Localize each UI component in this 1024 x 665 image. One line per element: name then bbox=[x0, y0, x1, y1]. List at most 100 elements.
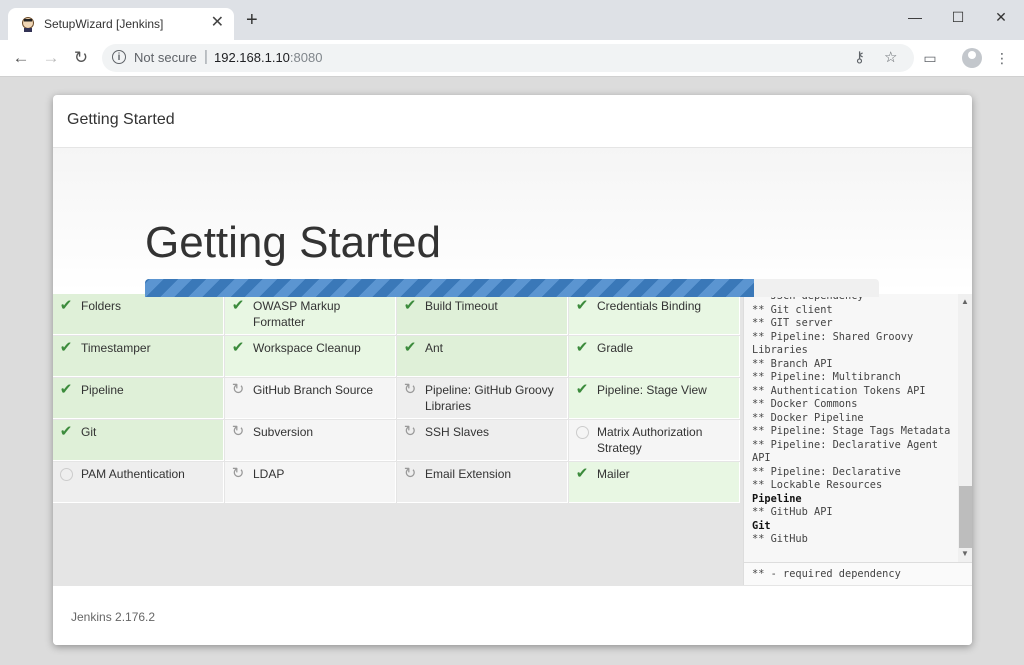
refresh-icon: ↻ bbox=[231, 381, 245, 398]
plugin-label: Pipeline: GitHub Groovy Libraries bbox=[425, 383, 554, 413]
required-dependency-note: ** - required dependency bbox=[752, 568, 901, 580]
hero-section: Getting Started bbox=[53, 148, 972, 292]
plugin-label: GitHub Branch Source bbox=[253, 383, 374, 397]
plugin-item: ↻ LDAP bbox=[225, 462, 396, 503]
setup-wizard-dialog: Getting Started Getting Started ✔ Folders… bbox=[53, 95, 972, 645]
plugin-label: Mailer bbox=[597, 467, 630, 481]
checkmark-icon: ✔ bbox=[59, 423, 73, 440]
checkmark-icon: ✔ bbox=[575, 339, 589, 356]
plugin-label: Workspace Cleanup bbox=[253, 341, 361, 355]
new-tab-button[interactable]: + bbox=[246, 10, 258, 30]
plugin-label: Subversion bbox=[253, 425, 314, 439]
log-line: API bbox=[752, 452, 771, 464]
plugin-label: Credentials Binding bbox=[597, 299, 702, 313]
checkmark-icon: ✔ bbox=[575, 465, 589, 482]
url-port: :8080 bbox=[289, 50, 323, 65]
plugin-item: ✔ Ant bbox=[397, 336, 568, 377]
refresh-icon: ↻ bbox=[231, 465, 245, 482]
plugin-label: Pipeline: Stage View bbox=[597, 383, 707, 397]
tab-title: SetupWizard [Jenkins] bbox=[44, 17, 164, 31]
dialog-footer: Jenkins 2.176.2 bbox=[53, 585, 972, 645]
info-icon[interactable]: i bbox=[112, 50, 126, 64]
install-log-text: ** JSch dependency** Git client** GIT se… bbox=[752, 290, 952, 560]
plugin-install-area: ✔ Folders ✔ OWASP Markup Formatter ✔ Build Ti… bbox=[53, 290, 972, 586]
minimize-icon[interactable]: — bbox=[900, 6, 930, 28]
plugin-item: ✔ Workspace Cleanup bbox=[225, 336, 396, 377]
dialog-title: Getting Started bbox=[67, 111, 175, 128]
plugin-item: ✔ OWASP Markup Formatter bbox=[225, 294, 396, 335]
url-divider: | bbox=[204, 48, 208, 65]
log-line: ** GIT server bbox=[752, 317, 833, 329]
log-line: Git bbox=[752, 519, 771, 532]
tab-close-icon[interactable]: ✕ bbox=[211, 14, 224, 32]
log-line: ** Git client bbox=[752, 303, 833, 316]
jenkins-version: Jenkins 2.176.2 bbox=[71, 610, 156, 624]
plugin-item: ✔ Git bbox=[53, 420, 224, 461]
refresh-icon: ↻ bbox=[403, 423, 417, 440]
key-icon[interactable]: ⚷ bbox=[854, 48, 865, 68]
address-bar[interactable]: i Not secure | 192.168.1.10:8080 ⚷ ☆ bbox=[102, 44, 914, 72]
plugin-label: Timestamper bbox=[81, 341, 151, 355]
checkmark-icon: ✔ bbox=[231, 297, 245, 314]
plugin-item: ↻ GitHub Branch Source bbox=[225, 378, 396, 419]
log-line: ** Pipeline: Multibranch bbox=[752, 371, 901, 383]
log-line: Libraries bbox=[752, 344, 808, 356]
star-icon[interactable]: ☆ bbox=[884, 48, 897, 68]
log-line: ** Pipeline: Shared Groovy bbox=[752, 330, 914, 343]
plugin-label: Gradle bbox=[597, 341, 634, 355]
progress-fill bbox=[145, 279, 755, 297]
browser-titlebar: SetupWizard [Jenkins] ✕ + — ☐ ✕ bbox=[0, 0, 1024, 40]
plugin-label: Matrix Authorization Strategy bbox=[597, 425, 703, 455]
pending-circle-icon bbox=[574, 424, 590, 440]
install-log-panel: ** JSch dependency** Git client** GIT se… bbox=[743, 290, 972, 586]
refresh-icon: ↻ bbox=[403, 381, 417, 398]
install-progress-bar bbox=[145, 279, 879, 297]
checkmark-icon: ✔ bbox=[59, 297, 73, 314]
window-close-icon[interactable]: ✕ bbox=[986, 6, 1016, 28]
back-arrow-icon[interactable]: ← bbox=[9, 46, 33, 70]
plugin-label: Build Timeout bbox=[425, 299, 498, 313]
log-footer: ** - required dependency bbox=[744, 562, 972, 586]
plugin-label: Pipeline bbox=[81, 383, 124, 397]
checkmark-icon: ✔ bbox=[231, 339, 245, 356]
plugin-label: Git bbox=[81, 425, 97, 439]
plugin-item: ↻ Email Extension bbox=[397, 462, 568, 503]
plugin-item: Matrix Authorization Strategy bbox=[569, 420, 740, 461]
checkmark-icon: ✔ bbox=[575, 381, 589, 398]
checkmark-icon: ✔ bbox=[59, 381, 73, 398]
plugin-item: ↻ SSH Slaves bbox=[397, 420, 568, 461]
checkmark-icon: ✔ bbox=[403, 339, 417, 356]
reload-icon[interactable]: ↻ bbox=[69, 46, 93, 70]
refresh-icon: ↻ bbox=[403, 465, 417, 482]
log-line: ** Docker Commons bbox=[752, 398, 858, 410]
scroll-down-icon[interactable]: ▼ bbox=[961, 549, 969, 558]
profile-avatar-icon[interactable] bbox=[962, 48, 982, 68]
plugin-item: ✔ Timestamper bbox=[53, 336, 224, 377]
plugin-label: Email Extension bbox=[425, 467, 512, 481]
checkmark-icon: ✔ bbox=[59, 339, 73, 356]
url-text: 192.168.1.10:8080 bbox=[214, 50, 322, 65]
security-label: Not secure bbox=[134, 50, 197, 65]
log-line: ** Docker Pipeline bbox=[752, 411, 864, 424]
plugin-item: ✔ Mailer bbox=[569, 462, 740, 503]
log-scroll-thumb[interactable] bbox=[959, 486, 972, 548]
jenkins-favicon-icon bbox=[22, 17, 34, 32]
forward-arrow-icon[interactable]: → bbox=[39, 46, 63, 70]
plugin-item: ↻ Pipeline: GitHub Groovy Libraries bbox=[397, 378, 568, 419]
maximize-icon[interactable]: ☐ bbox=[943, 6, 973, 28]
plugin-item: ✔ Pipeline bbox=[53, 378, 224, 419]
log-scrollbar[interactable]: ▲ ▼ bbox=[958, 294, 972, 562]
log-line: ** Authentication Tokens API bbox=[752, 384, 926, 397]
log-line: ** Pipeline: Declarative Agent bbox=[752, 438, 938, 451]
plugin-item: ✔ Credentials Binding bbox=[569, 294, 740, 335]
plugin-label: OWASP Markup Formatter bbox=[253, 299, 341, 329]
log-line: Pipeline bbox=[752, 492, 802, 505]
scroll-up-icon[interactable]: ▲ bbox=[961, 297, 969, 306]
plugin-item: ↻ Subversion bbox=[225, 420, 396, 461]
cast-icon[interactable]: ▭ bbox=[918, 46, 942, 70]
plugin-label: PAM Authentication bbox=[81, 467, 185, 481]
menu-kebab-icon[interactable]: ⋮ bbox=[990, 46, 1014, 70]
browser-tab[interactable]: SetupWizard [Jenkins] ✕ bbox=[8, 8, 234, 40]
plugin-item: ✔ Folders bbox=[53, 294, 224, 335]
hero-title: Getting Started bbox=[145, 218, 441, 267]
